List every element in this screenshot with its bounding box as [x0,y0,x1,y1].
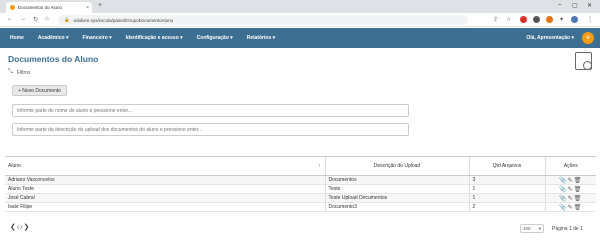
filter-toggle[interactable]: ⤡ Filtros [8,69,30,76]
user-avatar[interactable]: e [582,32,594,44]
document-user-icon [575,52,592,70]
table-row[interactable]: Aluno Teste Teste 1 📎✎🗑 [5,184,596,194]
pager-navigation[interactable]: ❮‹›❯ [10,223,30,231]
attach-icon[interactable]: 📎 [559,178,567,184]
chevron-down-icon: ▾ [538,225,541,231]
delete-icon[interactable]: 🗑 [574,178,583,184]
cell-qtd: 1 [468,184,545,194]
new-document-button[interactable]: + Novo Documento [12,85,67,96]
cell-descricao: Documento3 [324,202,469,212]
page-size-select[interactable]: 100 ▾ [520,224,544,233]
sort-up-icon[interactable]: ↑ [318,163,321,169]
favicon-icon [10,5,15,10]
table-row[interactable]: Adriano Vasconcelos Documentos 3 📎✎🗑 [5,175,596,185]
browser-toolbar: ← → ↻ ⌂ 🔒 edulivre.sys/escola/painel/Gru… [0,13,600,27]
cell-aluno: Isaíe Filipe [5,202,325,212]
col-header-aluno[interactable]: Aluno ↑ [5,156,325,176]
cell-aluno: Adriano Vasconcelos [5,175,325,185]
extension-grey-icon[interactable] [533,16,540,23]
cell-aluno: José Cabral [5,193,325,203]
table-row[interactable]: Isaíe Filipe Documento3 2 📎✎🗑 [5,202,596,212]
forward-icon[interactable]: → [20,16,26,22]
extension-red-icon[interactable] [520,16,527,23]
upload-description-search-input[interactable] [12,123,409,136]
filter-label: Filtros [16,69,31,76]
table-header-row: Aluno ↑ Descrição do Upload Qtd Arquivos … [5,156,596,176]
back-icon[interactable]: ← [7,16,13,22]
puzzle-icon[interactable]: ✦ [559,16,564,23]
student-name-search-input[interactable] [12,104,409,117]
cell-actions: 📎✎🗑 [544,175,596,185]
cell-actions: 📎✎🗑 [544,202,596,212]
cell-descricao: Teste [324,184,469,194]
pager-info: Página 1 de 1 [552,226,583,232]
collapse-arrows-icon: ⤡ [8,69,13,75]
browser-tab[interactable]: Documentos do Aluno × [6,2,92,13]
tab-close-icon[interactable]: × [86,5,89,11]
app-navbar: Home Acadêmico ▾ Financeiro ▾ Identifica… [0,28,600,48]
new-tab-button[interactable]: + [98,2,102,9]
extension-orange-icon[interactable] [546,16,553,23]
home-icon[interactable]: ⌂ [45,16,49,22]
maximize-icon[interactable]: ▢ [572,2,578,9]
window-close-icon[interactable]: ✕ [587,2,592,9]
menu-dots-icon[interactable]: ⋮ [587,16,593,23]
cell-actions: 📎✎🗑 [544,184,596,194]
lock-icon: 🔒 [64,17,70,22]
delete-icon[interactable]: 🗑 [574,205,583,211]
star-icon[interactable]: ☆ [506,16,511,23]
attach-icon[interactable]: 📎 [559,205,567,211]
browser-tab-title: Documentos do Aluno [18,5,63,10]
cell-qtd: 3 [468,175,545,185]
table-row[interactable]: José Cabral Teste Upload Documentos 1 📎✎… [5,193,596,203]
col-header-descricao[interactable]: Descrição do Upload [324,156,469,176]
attach-icon[interactable]: 📎 [559,196,567,202]
profile-icon[interactable] [571,16,578,23]
page-title: Documentos do Aluno [8,54,99,64]
delete-icon[interactable]: 🗑 [574,196,583,202]
col-header-qtd[interactable]: Qtd Arquivos [468,156,545,176]
minimize-icon[interactable]: – [558,2,561,8]
nav-configuracao[interactable]: Configuração ▾ [190,35,240,41]
nav-identificacao[interactable]: Identificação e acesso ▾ [119,35,190,41]
cell-descricao: Teste Upload Documentos [324,193,469,203]
share-icon[interactable]: ⇪ [493,16,498,23]
nav-home[interactable]: Home [0,35,31,41]
nav-relatorios[interactable]: Relatórios ▾ [240,35,282,41]
col-header-acoes: Ações [544,156,596,176]
nav-financeiro[interactable]: Financeiro ▾ [75,35,118,41]
cell-aluno: Aluno Teste [5,184,325,194]
address-bar[interactable]: 🔒 edulivre.sys/escola/painel/GrupoDocume… [58,15,468,25]
browser-tab-bar: Documentos do Aluno × + – ▢ ✕ [0,0,600,13]
user-greeting[interactable]: Olá, Apresentação ▾ [526,35,574,41]
cell-actions: 📎✎🗑 [544,193,596,203]
attach-icon[interactable]: 📎 [559,187,567,193]
url-text: edulivre.sys/escola/painel/GrupoDocument… [73,17,174,23]
nav-academico[interactable]: Acadêmico ▾ [31,35,76,41]
delete-icon[interactable]: 🗑 [574,187,583,193]
page-size-value: 100 [523,226,531,231]
reload-icon[interactable]: ↻ [33,16,38,23]
cell-qtd: 1 [468,193,545,203]
cell-descricao: Documentos [324,175,469,185]
documents-table: Aluno ↑ Descrição do Upload Qtd Arquivos … [5,156,596,212]
cell-qtd: 2 [468,202,545,212]
